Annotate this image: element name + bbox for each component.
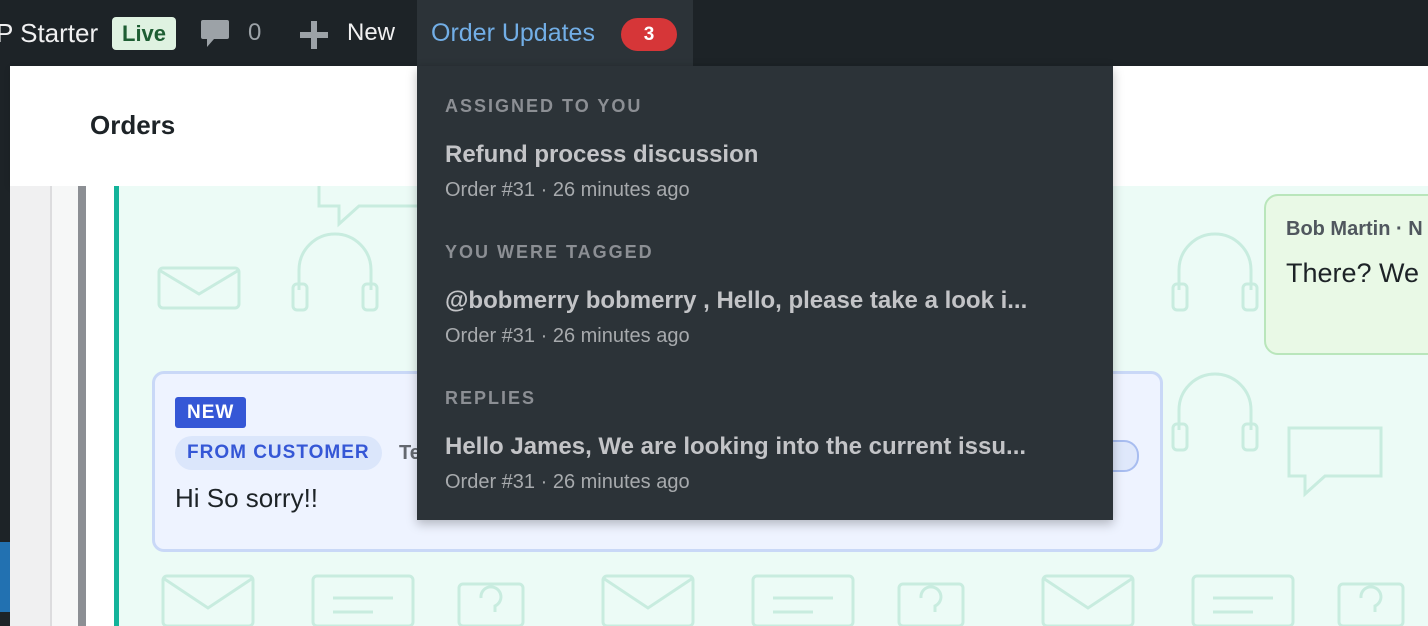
sidebar-collapse-toggle[interactable]: [0, 542, 10, 612]
panel-gutter: [10, 186, 50, 626]
from-customer-badge: FROM CUSTOMER: [175, 436, 382, 470]
notification-meta-tagged[interactable]: Order #31 · 26 minutes ago: [445, 325, 690, 348]
order-updates-label[interactable]: Order Updates: [431, 0, 595, 66]
notification-meta-assigned[interactable]: Order #31 · 26 minutes ago: [445, 179, 690, 202]
panel-gutter-inner: [52, 186, 78, 626]
notification-meta-replies[interactable]: Order #31 · 26 minutes ago: [445, 471, 690, 494]
panel-scrollbar[interactable]: [78, 186, 86, 626]
new-badge: NEW: [175, 397, 247, 428]
new-content-link[interactable]: New: [347, 0, 395, 66]
order-updates-menu[interactable]: Order Updates 3: [417, 0, 693, 66]
order-updates-count-badge: 3: [621, 18, 677, 51]
panel-margin: [86, 186, 114, 626]
live-badge: Live: [112, 17, 177, 50]
plus-icon[interactable]: [300, 21, 328, 49]
comment-icon[interactable]: [200, 18, 230, 50]
section-heading-assigned: ASSIGNED TO YOU: [445, 96, 643, 116]
notification-title-replies[interactable]: Hello James, We are looking into the cur…: [445, 433, 1085, 461]
message-author: Bob Martin · N: [1286, 218, 1423, 240]
section-heading-tagged: YOU WERE TAGGED: [445, 242, 654, 262]
site-name-link[interactable]: P Starter: [0, 0, 98, 66]
message-text: There? We: [1286, 258, 1420, 288]
comment-count[interactable]: 0: [248, 0, 261, 66]
notification-title-assigned[interactable]: Refund process discussion: [445, 141, 1085, 169]
message-card-agent: Bob Martin · N There? We: [1264, 194, 1428, 355]
order-updates-dropdown: ASSIGNED TO YOU Refund process discussio…: [417, 66, 1113, 520]
section-heading-replies: REPLIES: [445, 388, 537, 408]
admin-bar: P Starter Live 0 New Order Updates 3: [0, 0, 1428, 66]
notification-title-tagged[interactable]: @bobmerry bobmerry , Hello, please take …: [445, 287, 1085, 315]
page-title: Orders: [90, 110, 176, 140]
message-text: Hi So sorry!!: [175, 483, 319, 513]
